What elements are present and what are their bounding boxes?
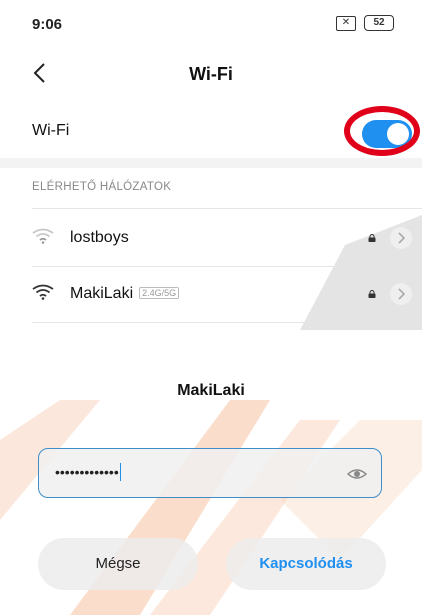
battery-icon: 52 (364, 15, 394, 31)
text-cursor (119, 463, 122, 481)
header: Wi-Fi (0, 52, 422, 98)
wifi-toggle-switch[interactable] (362, 120, 412, 148)
network-name: lostboys (70, 229, 129, 246)
wifi-signal-weak-icon (32, 228, 54, 244)
cancel-button[interactable]: Mégse (38, 538, 198, 590)
wifi-signal-strong-icon (32, 284, 54, 300)
password-dots: ••••••••••••• (55, 464, 119, 480)
network-row-lostboys[interactable]: lostboys (0, 210, 422, 266)
chevron-right-icon (398, 232, 406, 244)
toggle-knob (387, 123, 409, 145)
band-tag: 2.4G/5G (139, 287, 180, 299)
chevron-right-icon (398, 288, 406, 300)
dialog-title: MakiLaki (177, 382, 245, 399)
wifi-toggle-row: Wi-Fi (0, 106, 422, 158)
section-divider (0, 158, 422, 168)
network-details-button[interactable] (390, 283, 412, 305)
network-details-button[interactable] (390, 227, 412, 249)
status-icons: ✕ 52 (336, 15, 394, 31)
network-name-text: MakiLaki (70, 285, 134, 302)
password-input[interactable]: ••••••••••••• (38, 448, 382, 498)
status-bar: 9:06 ✕ 52 (0, 0, 422, 52)
divider (32, 208, 422, 209)
status-time: 9:06 (32, 16, 63, 33)
page-title: Wi-Fi (189, 64, 233, 84)
sim-icon: ✕ (336, 15, 356, 31)
network-name: MakiLaki 2.4G/5G (70, 285, 180, 303)
section-label-networks: ELÉRHETŐ HÁLÓZATOK (32, 181, 172, 193)
lock-icon (368, 234, 376, 242)
password-value: ••••••••••••• (55, 463, 122, 481)
lock-icon (368, 290, 376, 298)
divider (32, 322, 422, 323)
connect-button[interactable]: Kapcsolódás (226, 538, 386, 590)
network-row-makilaki[interactable]: MakiLaki 2.4G/5G (0, 266, 422, 322)
show-password-eye-icon[interactable] (347, 464, 367, 484)
wifi-toggle-label: Wi-Fi (32, 122, 70, 139)
